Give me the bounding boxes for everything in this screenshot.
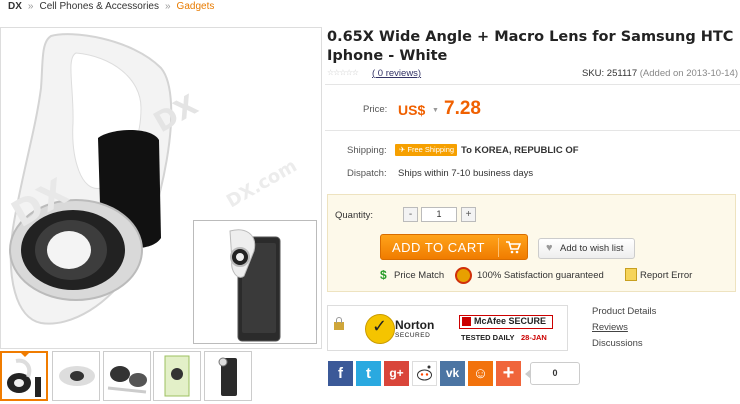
price-label: Price: <box>363 104 388 115</box>
thumbnail-lens-image <box>7 358 41 397</box>
discussions-link[interactable]: Discussions <box>592 338 656 354</box>
thumbnail-lens-image <box>59 366 95 386</box>
dispatch-value: Ships within 7-10 business days <box>398 168 534 179</box>
sku-info: SKU: 251117 (Added on 2013-10-14) <box>582 68 738 79</box>
add-to-cart-label: ADD TO CART <box>392 240 485 255</box>
dispatch-label: Dispatch: <box>347 168 387 179</box>
free-shipping-badge: ✈ Free Shipping <box>395 144 457 156</box>
google-plus-icon[interactable]: g+ <box>384 361 409 386</box>
thumbnail-lens-image <box>107 366 147 394</box>
shipping-destination-link[interactable]: To KOREA, REPUBLIC OF <box>461 145 579 156</box>
product-title: 0.65X Wide Angle + Macro Lens for Samsun… <box>327 29 734 64</box>
share-count: 0 <box>525 362 580 385</box>
satisfaction-link[interactable]: 100% Satisfaction guaranteed <box>477 270 604 281</box>
button-separator <box>498 238 499 257</box>
report-note-icon <box>625 268 637 281</box>
medal-icon <box>455 267 472 284</box>
divider <box>325 130 740 131</box>
cart-icon <box>506 241 521 254</box>
thumbnail-package-image <box>164 355 190 397</box>
reddit-icon[interactable] <box>412 361 437 386</box>
thumbnail-4[interactable] <box>153 351 201 401</box>
share-plus-icon[interactable]: + <box>496 361 521 386</box>
mcafee-date: 28-JAN <box>521 333 547 342</box>
added-date: (Added on 2013-10-14) <box>639 68 738 79</box>
wishlist-label: Add to wish list <box>560 243 624 254</box>
price-match-link[interactable]: Price Match <box>394 270 444 281</box>
reviews-tab-link[interactable]: Reviews <box>592 322 656 338</box>
mcafee-badge[interactable]: McAfee SECURE TESTED DAILY 28-JAN <box>459 315 555 345</box>
mcafee-name: McAfee SECURE <box>474 316 547 326</box>
quantity-decrease-button[interactable]: - <box>403 207 418 222</box>
reddit-alien-icon <box>417 365 432 381</box>
quantity-increase-button[interactable]: + <box>461 207 476 222</box>
breadcrumb-category-link[interactable]: Cell Phones & Accessories <box>39 1 159 12</box>
add-to-wishlist-button[interactable]: ♥ Add to wish list <box>538 238 635 259</box>
breadcrumb-subcategory-link[interactable]: Gadgets <box>177 1 215 12</box>
phone-with-lens-illustration <box>229 229 281 342</box>
norton-name: Norton <box>395 318 435 332</box>
side-links: Product Details Reviews Discussions <box>592 306 656 354</box>
norton-badge[interactable]: ✓ Norton SECURED <box>365 313 447 345</box>
breadcrumb: DX » Cell Phones & Accessories » Gadgets <box>8 1 214 15</box>
thumbnail-2[interactable] <box>52 351 100 401</box>
twitter-icon[interactable]: t <box>356 361 381 386</box>
thumbnail-5[interactable] <box>204 351 252 401</box>
free-shipping-text: Free Shipping <box>407 145 455 154</box>
lock-icon <box>334 317 344 330</box>
facebook-icon[interactable]: f <box>328 361 353 386</box>
currency-selector[interactable]: US$ <box>398 102 425 118</box>
norton-sub: SECURED <box>395 332 431 339</box>
rating-stars-icon: ☆☆☆☆☆ <box>327 68 359 77</box>
thumbnail-phone-image <box>218 357 237 396</box>
mcafee-tested: TESTED DAILY <box>461 333 515 342</box>
checkmark-icon: ✓ <box>372 316 388 336</box>
breadcrumb-home-link[interactable]: DX <box>8 1 22 12</box>
dollar-icon: $ <box>380 268 387 282</box>
reviews-link[interactable]: ( 0 reviews) <box>372 68 421 79</box>
quantity-input[interactable]: 1 <box>421 207 457 222</box>
mcafee-shield-icon <box>462 317 471 326</box>
report-error-link[interactable]: Report Error <box>640 270 692 281</box>
odnoklassniki-icon[interactable]: ☺ <box>468 361 493 386</box>
divider <box>325 84 740 85</box>
chevron-down-icon[interactable]: ▼ <box>432 107 439 114</box>
sku-value: SKU: 251117 <box>582 68 638 79</box>
vk-icon[interactable]: vk <box>440 361 465 386</box>
price-value: 7.28 <box>444 98 481 119</box>
thumbnail-1[interactable] <box>0 351 48 401</box>
product-details-link[interactable]: Product Details <box>592 306 656 322</box>
thumbnail-3[interactable] <box>103 351 151 401</box>
shipping-label: Shipping: <box>347 145 387 156</box>
add-to-cart-button[interactable]: ADD TO CART <box>380 234 528 260</box>
quantity-label: Quantity: <box>335 210 374 221</box>
reviews-link-wrapper: ( 0 reviews) <box>372 68 421 79</box>
heart-icon: ♥ <box>546 242 553 254</box>
breadcrumb-separator: » <box>164 1 171 12</box>
breadcrumb-separator: » <box>27 1 34 12</box>
svg-text:DX.com: DX.com <box>223 155 301 212</box>
inset-phone-image[interactable] <box>193 220 317 344</box>
